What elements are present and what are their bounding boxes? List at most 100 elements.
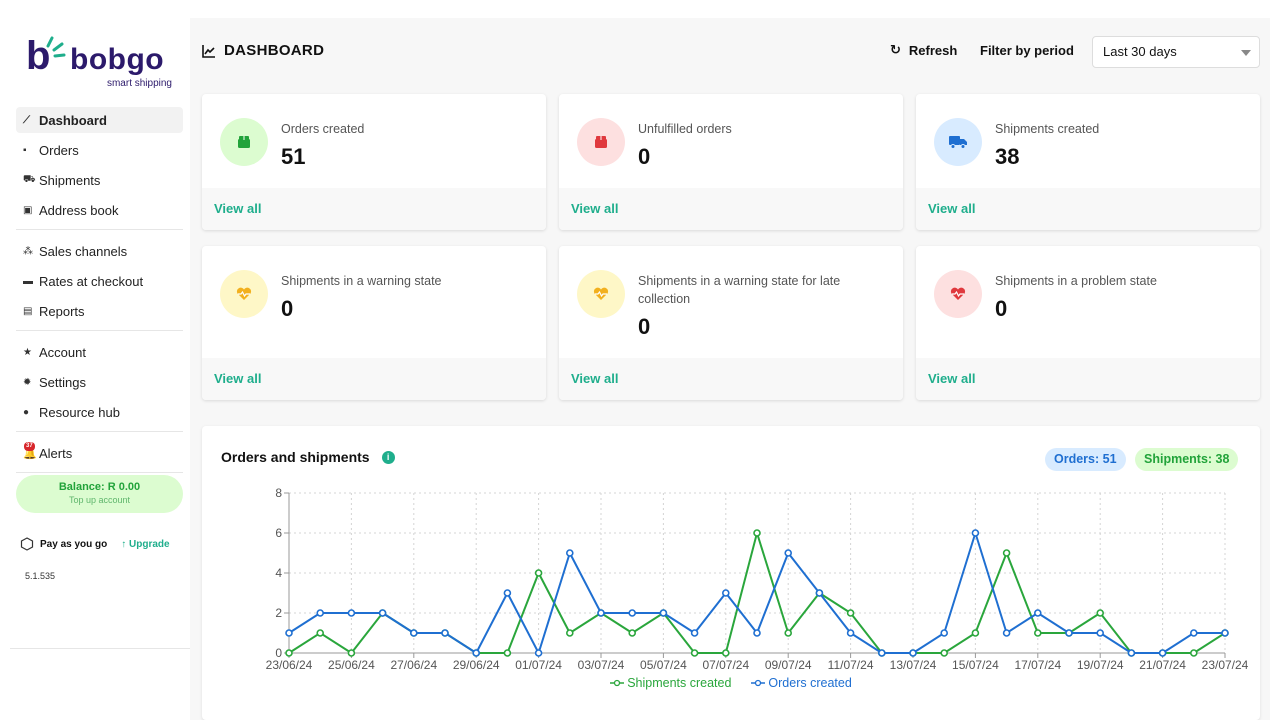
upgrade-link[interactable]: ↑ Upgrade: [121, 539, 169, 550]
app-root: b bobgo smart shipping ⟋ Dashboard ▪ Orders…: [0, 0, 1280, 720]
data-point-orders: [1221, 629, 1229, 637]
stat-card-label: Shipments in a problem state: [995, 274, 1157, 288]
data-point-orders: [410, 629, 418, 637]
data-point-shipments: [628, 629, 637, 637]
sidebar-item-address-book[interactable]: ▣ Address book: [16, 197, 183, 223]
sidebar-item-label: Rates at checkout: [39, 273, 144, 289]
data-point-orders: [815, 589, 824, 597]
x-tick-label: 25/06/24: [328, 658, 375, 672]
data-point-shipments: [753, 529, 761, 537]
heart-pulse-icon: [220, 270, 268, 318]
top-up-account-link[interactable]: Top up account: [16, 495, 183, 505]
sitemap-icon: ⁂: [23, 245, 33, 257]
data-point-orders: [285, 629, 293, 637]
sidebar-item-reports[interactable]: ▤ Reports: [16, 298, 183, 324]
filter-by-period-label: Filter by period: [980, 43, 1074, 58]
data-point-shipments: [940, 649, 949, 657]
view-all-link[interactable]: View all: [559, 188, 903, 230]
info-circle-icon: ●: [23, 406, 30, 418]
legend-item-orders[interactable]: Orders created: [751, 676, 852, 690]
sidebar-item-label: Address book: [39, 202, 119, 218]
data-point-shipments: [1033, 629, 1042, 637]
box-icon: ▪: [23, 144, 27, 156]
sidebar-divider: [16, 229, 183, 230]
logo-wordmark: bobgo: [70, 43, 165, 76]
sidebar-item-shipments[interactable]: ⛟ Shipments: [16, 167, 183, 193]
data-point-orders: [565, 549, 574, 557]
x-tick-label: 07/07/24: [702, 658, 749, 672]
stat-card-body: Shipments in a problem state 0: [916, 246, 1260, 358]
data-point-orders: [690, 629, 699, 637]
view-all-link[interactable]: View all: [916, 358, 1260, 400]
data-point-orders: [940, 629, 949, 637]
data-point-orders: [846, 629, 855, 637]
legend-label: Orders created: [768, 676, 852, 690]
sidebar-item-label: Sales channels: [39, 243, 128, 259]
sidebar-item-orders[interactable]: ▪ Orders: [16, 137, 183, 163]
legend-item-shipments[interactable]: Shipments created: [610, 676, 731, 690]
plan-name: Pay as you go: [40, 538, 108, 550]
data-point-shipments: [1096, 609, 1105, 617]
data-point-shipments: [690, 649, 699, 657]
sidebar-item-label: Alerts: [39, 445, 73, 461]
data-point-orders: [721, 589, 730, 597]
view-all-link[interactable]: View all: [202, 188, 546, 230]
data-point-shipments: [971, 629, 980, 637]
refresh-button[interactable]: ↻ Refresh: [890, 42, 957, 58]
period-selected-value: Last 30 days: [1103, 44, 1177, 59]
view-all-link[interactable]: View all: [559, 358, 903, 400]
data-point-orders: [597, 609, 605, 617]
stat-card-value: 51: [281, 144, 306, 169]
balance-button[interactable]: Balance: R 0.00 Top up account: [16, 475, 183, 513]
data-point-orders: [909, 649, 917, 657]
stat-card-label: Orders created: [281, 122, 365, 136]
stat-card-body: Orders created 51: [202, 94, 546, 188]
balance-amount: Balance: R 0.00: [58, 481, 141, 493]
sidebar-item-sales-channels[interactable]: ⁂ Sales channels: [16, 238, 183, 264]
sidebar-nav: ⟋ Dashboard ▪ Orders ⛟ Shipments ▣ Address book…: [16, 107, 183, 481]
data-point-orders: [1189, 629, 1198, 637]
stat-card: Orders created 51 View all: [202, 94, 546, 230]
page-header: DASHBOARD ↻ Refresh Filter by period Las…: [202, 36, 1262, 68]
stat-card-body: Unfulfilled orders 0: [559, 94, 903, 188]
data-point-orders: [784, 549, 793, 557]
stat-card-label: Shipments in a warning state: [281, 274, 442, 288]
x-tick-label: 17/07/24: [1014, 658, 1061, 672]
data-point-shipments: [285, 649, 293, 657]
sidebar-item-label: Shipments: [39, 172, 101, 188]
refresh-label: Refresh: [908, 42, 958, 58]
data-point-shipments: [347, 649, 356, 657]
x-tick-label: 15/07/24: [952, 658, 999, 672]
stat-card-value: 38: [995, 144, 1020, 169]
data-point-orders: [1096, 629, 1105, 637]
x-tick-label: 01/07/24: [515, 658, 562, 672]
sidebar-item-settings[interactable]: ✹ Settings: [16, 369, 183, 395]
sidebar-item-rates-at-checkout[interactable]: ▬ Rates at checkout: [16, 268, 183, 294]
data-point-shipments: [1002, 549, 1011, 557]
gear-icon: ✹: [23, 376, 32, 388]
view-all-link[interactable]: View all: [202, 358, 546, 400]
stat-card-body: Shipments in a warning state 0: [202, 246, 546, 358]
y-tick-label: 4: [275, 566, 282, 580]
bobgo-logo[interactable]: b bobgo smart shipping: [26, 36, 176, 96]
x-tick-label: 19/07/24: [1077, 658, 1124, 672]
report-icon: ▤: [23, 305, 33, 317]
sidebar-item-label: Settings: [39, 374, 86, 390]
plan-info: Pay as you go ↑ Upgrade: [20, 537, 180, 551]
data-point-orders: [1033, 609, 1042, 617]
page-title: DASHBOARD: [202, 42, 324, 59]
sidebar-item-dashboard[interactable]: ⟋ Dashboard: [16, 107, 183, 133]
data-point-orders: [503, 589, 512, 597]
period-select[interactable]: Last 30 days: [1092, 36, 1260, 68]
sidebar-item-label: Reports: [39, 303, 85, 319]
sidebar-item-alerts[interactable]: 🔔 37 Alerts: [16, 440, 183, 466]
sidebar-item-account[interactable]: ★ Account: [16, 339, 183, 365]
x-tick-label: 21/07/24: [1139, 658, 1186, 672]
view-all-link[interactable]: View all: [916, 188, 1260, 230]
legend-label: Shipments created: [627, 676, 732, 690]
stat-card: Shipments in a warning state for late co…: [559, 246, 903, 400]
data-point-shipments: [784, 629, 793, 637]
sidebar-item-resource-hub[interactable]: ● Resource hub: [16, 399, 183, 425]
stat-card-value: 0: [995, 296, 1008, 321]
x-tick-label: 13/07/24: [890, 658, 937, 672]
